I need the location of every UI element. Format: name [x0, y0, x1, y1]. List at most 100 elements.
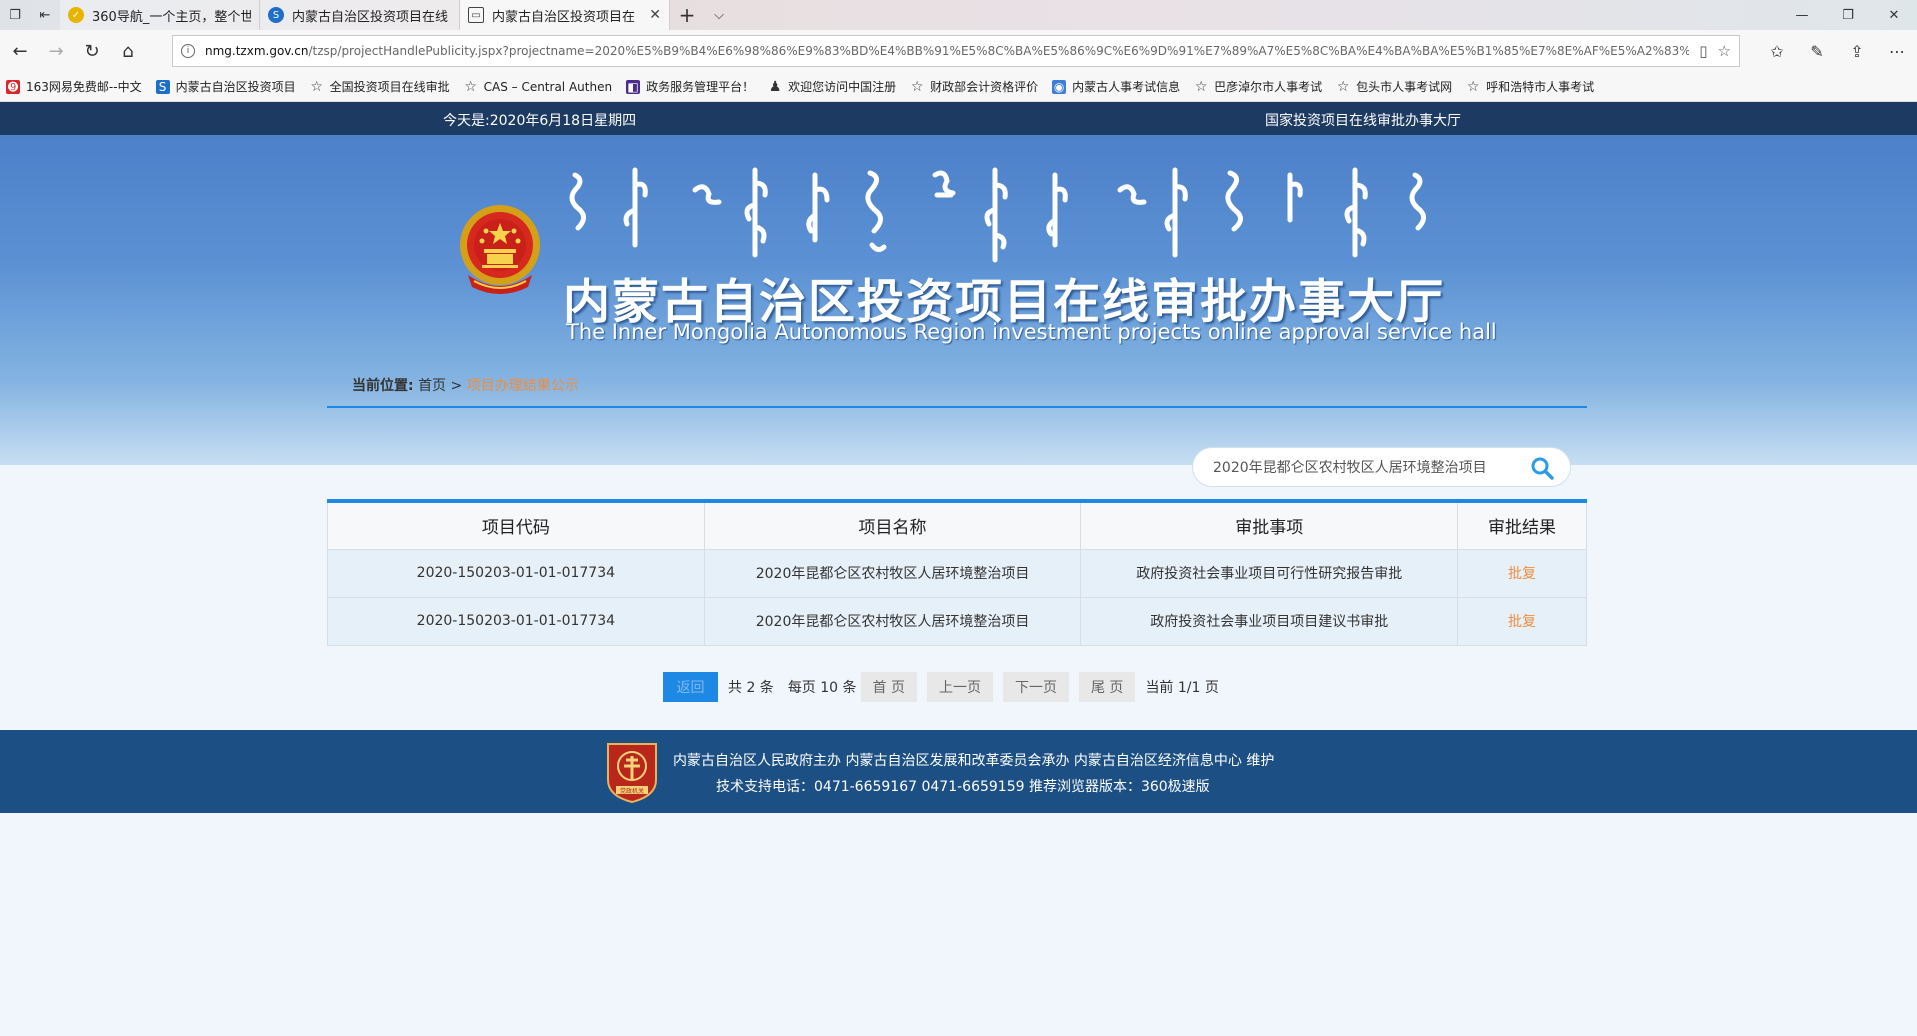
close-window-icon[interactable]: ✕	[1871, 0, 1917, 30]
cell-approval-item: 政府投资社会事业项目可行性研究报告审批	[1080, 548, 1459, 598]
first-page-button[interactable]: 首 页	[860, 672, 917, 702]
results-table: 项目代码 项目名称 审批事项 审批结果 2020-150203-01-01-01…	[327, 499, 1587, 646]
breadcrumb: 当前位置: 首页 > 项目办理结果公示	[352, 375, 579, 395]
browser-tools: ✩ ✎ ⇪ ⋯	[1757, 30, 1917, 72]
star-icon: ☆	[1194, 78, 1208, 95]
search-box	[1192, 447, 1571, 487]
header-approval-item: 审批事项	[1080, 500, 1459, 550]
header-project-code: 项目代码	[327, 500, 705, 550]
cell-approval-result-link[interactable]: 批复	[1457, 596, 1587, 646]
home-icon[interactable]: ⌂	[110, 30, 146, 72]
favorite-label: 巴彦淖尔市人事考试	[1214, 80, 1323, 94]
more-icon[interactable]: ⋯	[1877, 30, 1917, 72]
close-tab-icon[interactable]: ✕	[649, 7, 661, 23]
favorite-item[interactable]: ◉ 内蒙古人事考试信息	[1052, 78, 1180, 95]
favorite-star-icon[interactable]: ☆	[1718, 42, 1731, 60]
total-count: 共 2 条	[728, 680, 774, 696]
badge-text: 党政机关	[620, 787, 644, 795]
tab-nmg-1[interactable]: S 内蒙古自治区投资项目在线	[260, 0, 460, 30]
cell-project-code: 2020-150203-01-01-017734	[327, 548, 705, 598]
tab-360[interactable]: ✓ 360导航_一个主页，整个世	[60, 0, 260, 30]
favorites-hub-icon[interactable]: ✩	[1757, 30, 1797, 72]
restore-icon[interactable]: ❐	[1825, 0, 1871, 30]
globe-icon: ◉	[1052, 79, 1067, 94]
favorite-item[interactable]: ♟ 欢迎您访问中国注册	[768, 78, 896, 95]
tab-bar: ❐ ⇤ ✓ 360导航_一个主页，整个世 S 内蒙古自治区投资项目在线 ▭ 内蒙…	[0, 0, 1917, 30]
favorite-item[interactable]: ☆ 财政部会计资格评价	[910, 78, 1038, 95]
cell-project-name: 2020年昆都仑区农村牧区人居环境整治项目	[703, 596, 1082, 646]
favorite-label: 财政部会计资格评价	[930, 80, 1039, 94]
favorite-label: 全国投资项目在线审批	[329, 80, 450, 94]
prev-page-button[interactable]: 上一页	[926, 672, 993, 702]
favorite-item[interactable]: ☆ 包头市人事考试网	[1336, 78, 1452, 95]
table-row: 2020-150203-01-01-017734 2020年昆都仑区农村牧区人居…	[327, 596, 1587, 646]
163-icon: ➒	[6, 79, 20, 94]
tab-nmg-active[interactable]: ▭ 内蒙古自治区投资项目在 ✕	[460, 0, 670, 30]
pen-icon[interactable]: ✎	[1797, 30, 1837, 72]
banner: 内蒙古自治区投资项目在线审批办事大厅 The Inner Mongolia Au…	[0, 135, 1917, 465]
table-header-row: 项目代码 项目名称 审批事项 审批结果	[327, 500, 1587, 550]
cell-approval-item: 政府投资社会事业项目项目建议书审批	[1080, 596, 1459, 646]
header-project-name: 项目名称	[703, 500, 1082, 550]
back-icon[interactable]: ←	[2, 30, 38, 72]
footer-sponsors: 内蒙古自治区人民政府主办 内蒙古自治区发展和改革委员会承办 内蒙古自治区经济信息…	[673, 753, 1275, 769]
address-bar: ← → ↻ ⌂ i nmg.tzxm.gov.cn/tzsp/projectHa…	[0, 30, 1917, 72]
window-controls: — ❐ ✕	[1779, 0, 1917, 30]
next-page-button[interactable]: 下一页	[1002, 672, 1069, 702]
back-button[interactable]: 返回	[663, 672, 718, 702]
mongolian-script-title	[569, 167, 1426, 263]
party-gov-badge-icon[interactable]: 党政机关	[604, 740, 660, 804]
url-text: nmg.tzxm.gov.cn/tzsp/projectHandlePublic…	[205, 44, 1690, 58]
last-page-button[interactable]: 尾 页	[1078, 672, 1136, 702]
per-page-count: 每页 10 条	[787, 680, 857, 696]
breadcrumb-divider	[327, 406, 1587, 408]
header-approval-result: 审批结果	[1457, 500, 1587, 550]
cell-project-code: 2020-150203-01-01-017734	[327, 596, 705, 646]
favorite-label: 163网易免费邮--中文	[26, 80, 142, 94]
footer: 党政机关 内蒙古自治区人民政府主办 内蒙古自治区发展和改革委员会承办 内蒙古自治…	[0, 730, 1917, 813]
forward-icon[interactable]: →	[38, 30, 74, 72]
site-info-icon[interactable]: i	[181, 44, 195, 58]
cell-approval-result-link[interactable]: 批复	[1457, 548, 1587, 598]
star-icon: ☆	[1336, 78, 1350, 95]
favorite-item[interactable]: ◧ 政务服务管理平台！	[626, 78, 754, 95]
pagination: 返回 共 2 条 每页 10 条 首 页 上一页 下一页 尾 页 当前 1/1 …	[663, 672, 1219, 702]
search-icon[interactable]	[1530, 456, 1554, 480]
footer-support: 技术支持电话：0471-6659167 0471-6659159 推荐浏览器版本…	[716, 779, 1210, 795]
new-tab-icon[interactable]: +	[670, 0, 704, 30]
set-aside-tabs-icon[interactable]: ⇤	[30, 0, 60, 30]
favorite-item[interactable]: ☆ 巴彦淖尔市人事考试	[1194, 78, 1322, 95]
refresh-icon[interactable]: ↻	[74, 30, 110, 72]
cell-project-name: 2020年昆都仑区农村牧区人居环境整治项目	[703, 548, 1082, 598]
reading-view-icon[interactable]: ▯	[1699, 42, 1707, 60]
share-icon[interactable]: ⇪	[1837, 30, 1877, 72]
current-page: 当前 1/1 页	[1145, 680, 1219, 696]
breadcrumb-home-link[interactable]: 首页	[418, 378, 446, 394]
tab-actions-icon[interactable]: ❐	[0, 0, 30, 30]
favorite-label: 内蒙古自治区投资项目	[175, 80, 296, 94]
favorite-label: 欢迎您访问中国注册	[788, 80, 897, 94]
table-row: 2020-150203-01-01-017734 2020年昆都仑区农村牧区人居…	[327, 548, 1587, 598]
favorite-item[interactable]: S 内蒙古自治区投资项目	[155, 78, 296, 95]
minimize-icon[interactable]: —	[1779, 0, 1825, 30]
favorite-item[interactable]: ➒ 163网易免费邮--中文	[6, 78, 142, 95]
tab-favicon-icon: S	[268, 7, 284, 23]
breadcrumb-separator: >	[450, 378, 463, 394]
star-icon: ☆	[1466, 78, 1480, 95]
favorite-label: 政务服务管理平台！	[646, 80, 755, 94]
national-hall-link[interactable]: 国家投资项目在线审批办事大厅	[1265, 110, 1461, 130]
search-input[interactable]	[1213, 459, 1513, 475]
tab-title: 内蒙古自治区投资项目在	[492, 9, 636, 25]
favorite-item[interactable]: ☆ 呼和浩特市人事考试	[1466, 78, 1594, 95]
url-field[interactable]: i nmg.tzxm.gov.cn/tzsp/projectHandlePubl…	[172, 35, 1740, 67]
national-emblem-icon	[460, 205, 540, 294]
s-icon: S	[155, 79, 170, 94]
tab-favicon-icon: ▭	[468, 7, 484, 23]
favorite-label: 内蒙古人事考试信息	[1072, 80, 1181, 94]
breadcrumb-label: 当前位置:	[352, 378, 414, 394]
tab-preview-chevron-icon[interactable]: ⌵	[704, 0, 734, 30]
favorite-item[interactable]: ☆ CAS – Central Authen	[464, 80, 612, 94]
favorite-item[interactable]: ☆ 全国投资项目在线审批	[310, 78, 450, 95]
gov-icon: ◧	[626, 79, 641, 94]
star-icon: ☆	[910, 78, 924, 95]
